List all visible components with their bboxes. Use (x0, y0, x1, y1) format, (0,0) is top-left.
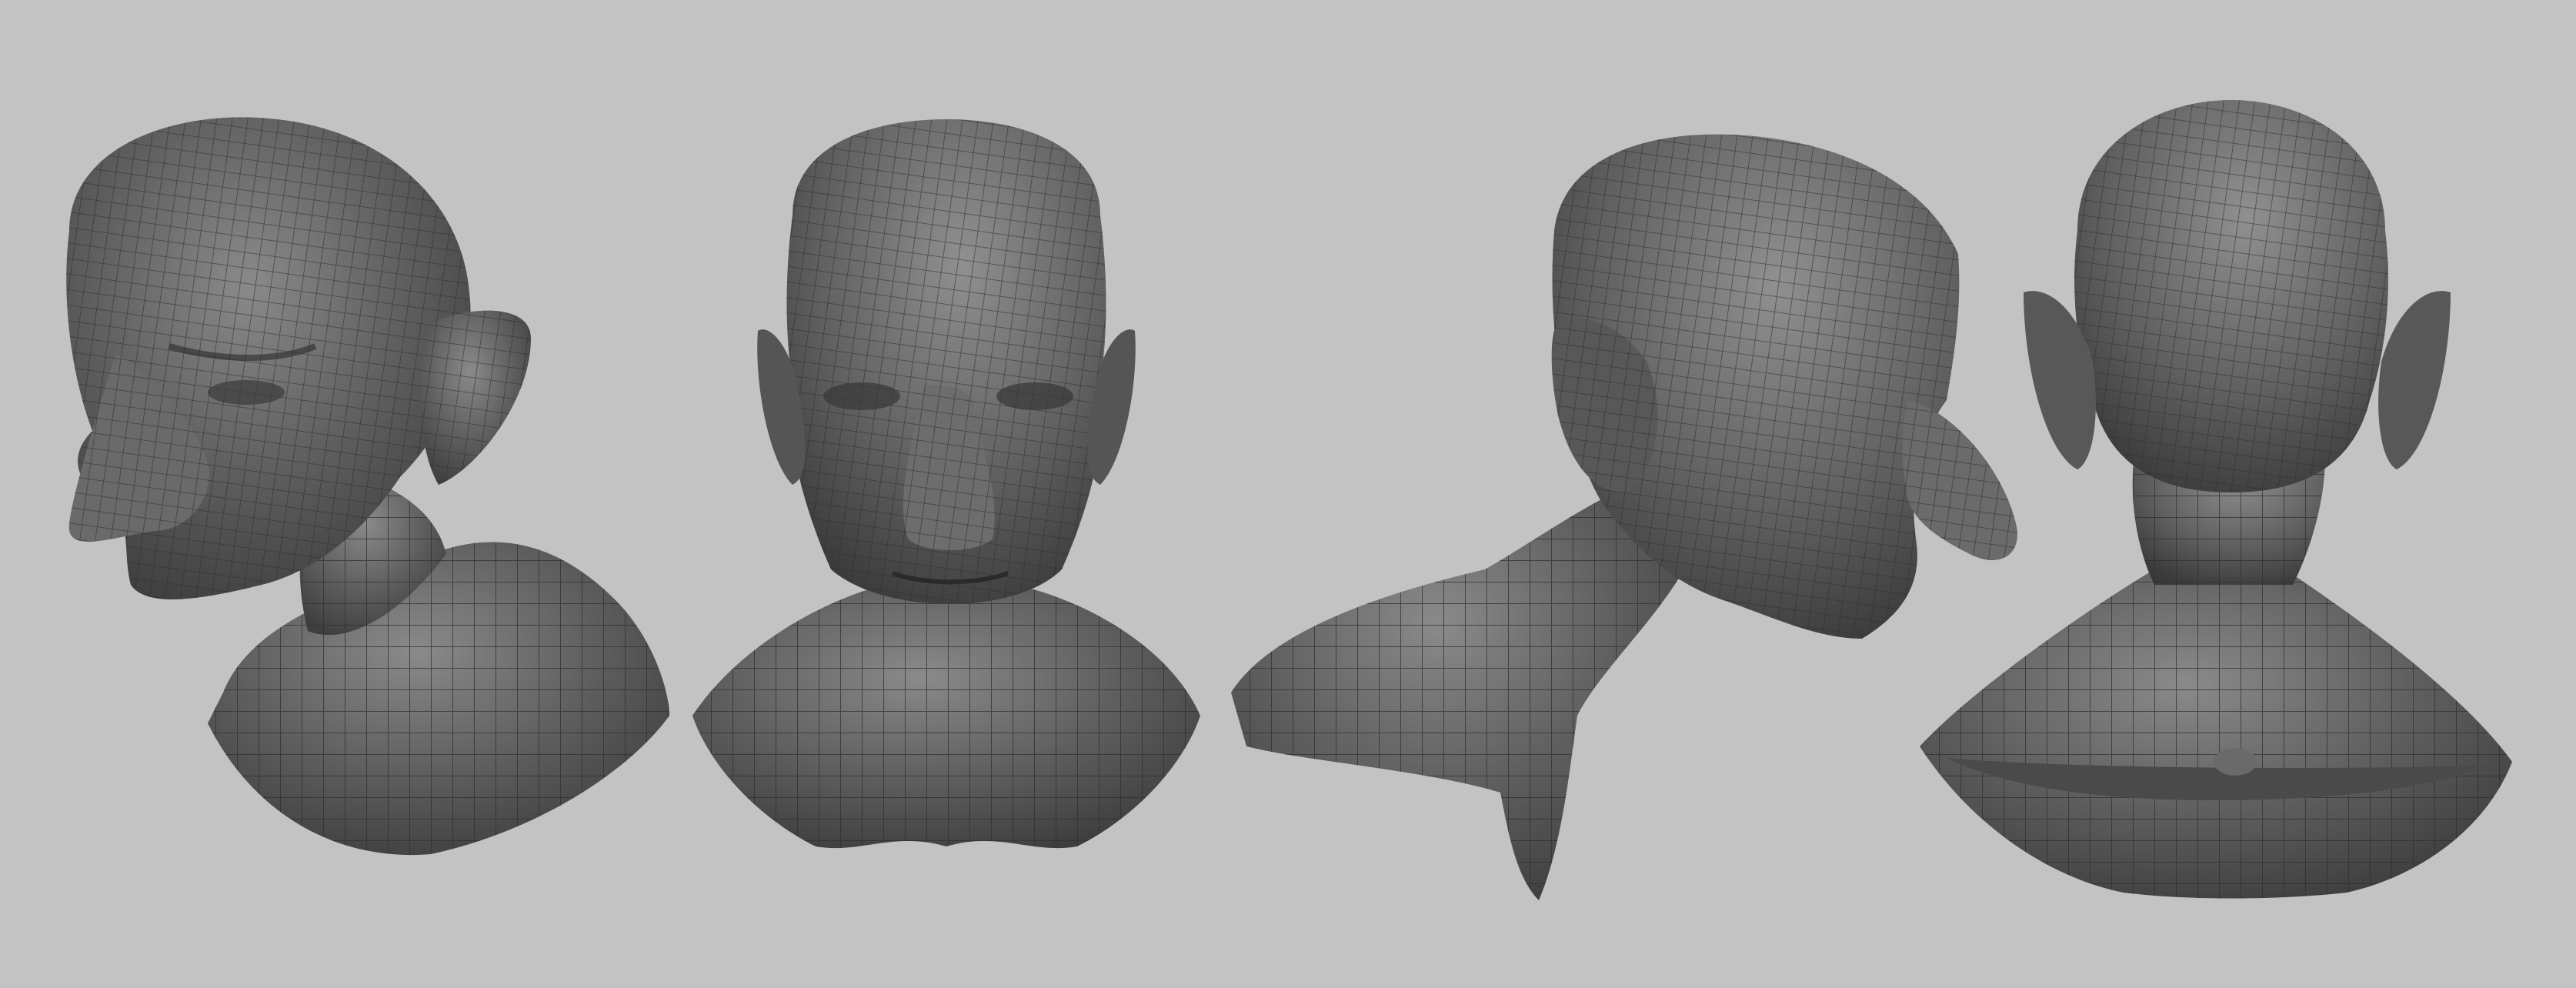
viewport (66, 100, 2512, 900)
head-view-front (692, 119, 1200, 849)
head-view-three-quarter-left (66, 117, 669, 856)
head-view-three-quarter-right (1231, 134, 2017, 900)
head-view-back (1920, 100, 2512, 899)
